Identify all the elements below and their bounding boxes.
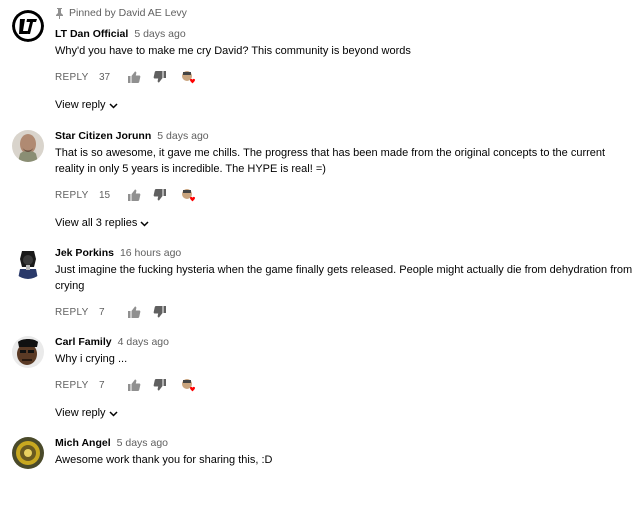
like-count: 7 (99, 306, 105, 318)
comment-author[interactable]: LT Dan Official (55, 28, 128, 40)
avatar[interactable] (12, 10, 44, 42)
chevron-down-icon (140, 219, 149, 228)
pinned-badge: Pinned by David AE Levy (55, 6, 636, 20)
view-replies-button[interactable]: View reply (55, 405, 636, 421)
comment-author[interactable]: Jek Porkins (55, 247, 114, 259)
comment-time[interactable]: 16 hours ago (120, 247, 181, 259)
avatar[interactable] (12, 437, 44, 469)
creator-heart-icon (181, 188, 195, 202)
thumb-up-icon[interactable] (127, 188, 141, 202)
creator-heart-icon (181, 378, 195, 392)
comment-time[interactable]: 5 days ago (157, 130, 208, 142)
comment-actions: REPLY 37 (55, 67, 636, 87)
like-count: 37 (99, 71, 111, 83)
comment-text: Just imagine the fucking hysteria when t… (55, 264, 633, 292)
comment-time[interactable]: 5 days ago (117, 437, 168, 449)
comment-text: Awesome work thank you for sharing this,… (55, 454, 273, 466)
pinned-label: Pinned by David AE Levy (69, 7, 187, 19)
reply-button[interactable]: REPLY (55, 190, 99, 201)
thumb-up-icon[interactable] (127, 378, 141, 392)
view-replies-button[interactable]: View reply (55, 97, 636, 113)
comment-author[interactable]: Mich Angel (55, 437, 111, 449)
comment-time[interactable]: 4 days ago (118, 336, 169, 348)
thumb-down-icon[interactable] (153, 188, 167, 202)
view-replies-label: View reply (55, 407, 106, 419)
avatar[interactable] (12, 247, 44, 279)
like-count: 7 (99, 379, 105, 391)
comment-actions: REPLY 7 (55, 375, 636, 395)
thumb-down-icon[interactable] (153, 378, 167, 392)
thumb-up-icon[interactable] (127, 305, 141, 319)
creator-heart-icon (181, 70, 195, 84)
chevron-down-icon (109, 409, 118, 418)
chevron-down-icon (109, 101, 118, 110)
reply-button[interactable]: REPLY (55, 380, 99, 391)
thumb-down-icon[interactable] (153, 305, 167, 319)
like-count: 15 (99, 189, 111, 201)
comment-author[interactable]: Star Citizen Jorunn (55, 130, 151, 142)
pin-icon (55, 7, 64, 19)
avatar[interactable] (12, 336, 44, 368)
comment-actions: REPLY 7 (55, 302, 636, 322)
comment-text: Why i crying ... (55, 353, 128, 365)
comment-text: That is so awesome, it gave me chills. T… (55, 147, 606, 175)
comment-actions: REPLY 15 (55, 185, 636, 205)
reply-button[interactable]: REPLY (55, 72, 99, 83)
view-replies-label: View reply (55, 99, 106, 111)
thumb-down-icon[interactable] (153, 70, 167, 84)
comment-text: Why'd you have to make me cry David? Thi… (55, 45, 411, 57)
view-replies-button[interactable]: View all 3 replies (55, 215, 636, 231)
avatar[interactable] (12, 130, 44, 162)
reply-button[interactable]: REPLY (55, 307, 99, 318)
comment-author[interactable]: Carl Family (55, 336, 112, 348)
comment-time[interactable]: 5 days ago (134, 28, 185, 40)
view-replies-label: View all 3 replies (55, 217, 138, 229)
thumb-up-icon[interactable] (127, 70, 141, 84)
